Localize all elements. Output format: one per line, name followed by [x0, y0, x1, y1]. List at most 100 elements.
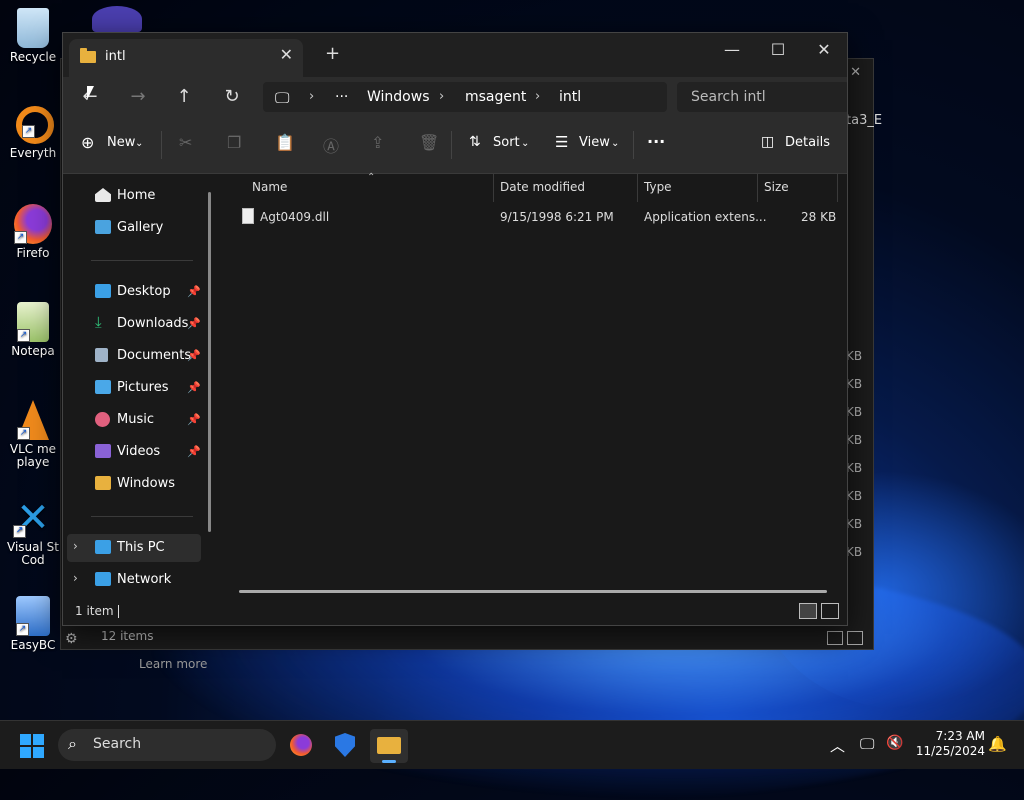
- pin-icon[interactable]: 📌: [187, 285, 201, 298]
- desktop-icon-partial[interactable]: [92, 6, 142, 32]
- horizontal-scrollbar[interactable]: [239, 590, 827, 593]
- copy-icon[interactable]: ❐: [227, 133, 241, 152]
- breadcrumb-intl[interactable]: intl: [559, 89, 581, 105]
- desktop-icon-everything[interactable]: ↗ Everyth: [4, 106, 62, 160]
- breadcrumb-windows[interactable]: Windows: [367, 89, 430, 105]
- shield-icon: [335, 733, 355, 757]
- desktop-icon-vlc[interactable]: ↗ VLC me playe: [4, 400, 62, 469]
- close-icon[interactable]: ✕: [850, 65, 861, 80]
- column-header-size[interactable]: Size: [764, 180, 789, 194]
- mouse-cursor: [87, 86, 94, 100]
- address-bar[interactable]: 🖵 › ··· Windows › msagent › intl: [263, 82, 667, 112]
- sidebar-item-home[interactable]: Home: [63, 182, 203, 210]
- clock[interactable]: 7:23 AM 11/25/2024: [915, 729, 985, 759]
- sidebar-item-this-pc[interactable]: › This PC: [67, 534, 201, 562]
- close-button[interactable]: ✕: [801, 37, 847, 65]
- file-explorer-window[interactable]: intl ✕ + — ☐ ✕ ← → ↑ ↻ 🖵 › ··· Windows ›…: [62, 32, 848, 626]
- chevron-down-icon: ⌄: [611, 138, 620, 149]
- this-pc-icon: 🖵: [275, 89, 290, 107]
- pin-icon[interactable]: 📌: [187, 349, 201, 362]
- sort-button[interactable]: Sort: [493, 135, 520, 150]
- minimize-button[interactable]: —: [709, 37, 755, 65]
- taskbar-search[interactable]: ⌕ Search: [58, 729, 276, 761]
- notification-bell-icon[interactable]: 🔔: [988, 735, 1007, 753]
- new-button[interactable]: New: [107, 135, 135, 150]
- more-options-button[interactable]: ···: [647, 132, 665, 151]
- sidebar-item-downloads[interactable]: ⤓ Downloads 📌: [63, 310, 203, 338]
- details-view-toggle[interactable]: [827, 631, 843, 645]
- file-type: Application extens...: [644, 210, 767, 224]
- sidebar-item-desktop[interactable]: Desktop 📌: [63, 278, 203, 306]
- settings-gear-icon[interactable]: ⚙: [65, 631, 78, 647]
- up-button[interactable]: ↑: [169, 85, 199, 111]
- column-divider[interactable]: [637, 174, 638, 202]
- column-header-date[interactable]: Date modified: [500, 180, 585, 194]
- vlc-icon: ↗: [17, 400, 49, 440]
- cut-icon[interactable]: ✂: [179, 133, 192, 152]
- chevron-right-icon[interactable]: ›: [73, 571, 78, 585]
- learn-more-link[interactable]: Learn more: [139, 657, 207, 671]
- chevron-down-icon: ⌄: [521, 138, 530, 149]
- paste-icon[interactable]: 📋: [275, 133, 295, 152]
- details-button[interactable]: Details: [785, 135, 830, 150]
- desktop-icon-firefox[interactable]: ↗ Firefo: [4, 204, 62, 260]
- volume-muted-icon[interactable]: 🔇: [886, 735, 903, 751]
- breadcrumb-overflow[interactable]: ···: [335, 89, 348, 105]
- column-divider[interactable]: [493, 174, 494, 202]
- table-row[interactable]: Agt0409.dll 9/15/1998 6:21 PM Applicatio…: [219, 206, 847, 230]
- sidebar-item-documents[interactable]: Documents 📌: [63, 342, 203, 370]
- new-tab-button[interactable]: +: [325, 43, 340, 64]
- start-button[interactable]: [20, 734, 44, 758]
- tiles-view-toggle[interactable]: [847, 631, 863, 645]
- desktop-icon-notepad[interactable]: ↗ Notepa: [4, 302, 62, 358]
- sidebar-item-gallery[interactable]: Gallery: [63, 214, 203, 242]
- tab-intl[interactable]: intl ✕: [69, 39, 303, 77]
- forward-button[interactable]: →: [123, 85, 153, 111]
- taskbar: ⌕ Search ︿ 🖵 🔇 7:23 AM 11/25/2024 🔔: [0, 720, 1024, 769]
- pin-icon[interactable]: 📌: [187, 413, 201, 426]
- sidebar-divider: [91, 260, 193, 261]
- clock-date: 11/25/2024: [915, 744, 985, 758]
- taskbar-defender[interactable]: [326, 729, 364, 763]
- tiles-view-toggle[interactable]: [821, 603, 839, 619]
- breadcrumb-msagent[interactable]: msagent: [465, 89, 526, 105]
- close-tab-icon[interactable]: ✕: [280, 45, 293, 64]
- desktop-icon-easybcd[interactable]: ↗ EasyBC: [4, 596, 62, 652]
- chevron-up-icon[interactable]: ︿: [830, 735, 845, 756]
- search-icon: ⌕: [68, 734, 77, 753]
- desktop-icon-recycle-bin[interactable]: Recycle: [4, 8, 62, 64]
- column-divider[interactable]: [757, 174, 758, 202]
- file-size: 28 KB: [801, 210, 837, 224]
- details-view-toggle[interactable]: [799, 603, 817, 619]
- rename-icon[interactable]: Ⓐ: [323, 133, 339, 157]
- chevron-right-icon[interactable]: ›: [73, 539, 78, 553]
- pin-icon[interactable]: 📌: [187, 445, 201, 458]
- taskbar-firefox[interactable]: [282, 729, 320, 763]
- sidebar-item-network[interactable]: › Network: [63, 566, 203, 594]
- pin-icon[interactable]: 📌: [187, 317, 201, 330]
- background-tab[interactable]: ta3_E: [846, 113, 882, 128]
- desktop-icon-vscode[interactable]: ✕ ↗ Visual St Cod: [4, 498, 62, 567]
- sidebar-scrollbar[interactable]: [208, 192, 211, 532]
- column-header-name[interactable]: Name: [252, 180, 287, 194]
- view-button[interactable]: View: [579, 135, 610, 150]
- column-header-type[interactable]: Type: [644, 180, 672, 194]
- taskbar-file-explorer[interactable]: [370, 729, 408, 763]
- command-bar: ⊕ New ⌄ ✂ ❐ 📋 Ⓐ ⇪ 🗑 ⇅ Sort ⌄ ☰ View ⌄ ··…: [63, 119, 847, 174]
- chevron-down-icon: ⌄: [135, 138, 144, 149]
- sort-icon: ⇅: [469, 134, 481, 150]
- network-tray-icon[interactable]: 🖵: [860, 735, 874, 753]
- column-divider[interactable]: [837, 174, 838, 202]
- sidebar-item-windows[interactable]: Windows: [63, 470, 203, 498]
- sidebar-item-music[interactable]: Music 📌: [63, 406, 203, 434]
- search-box[interactable]: Search intl: [677, 82, 847, 112]
- pin-icon[interactable]: 📌: [187, 381, 201, 394]
- refresh-button[interactable]: ↻: [217, 85, 247, 111]
- sidebar-item-pictures[interactable]: Pictures 📌: [63, 374, 203, 402]
- share-icon[interactable]: ⇪: [371, 133, 384, 152]
- delete-icon[interactable]: 🗑: [419, 133, 439, 152]
- toolbar-divider: [633, 131, 634, 159]
- sidebar-item-videos[interactable]: Videos 📌: [63, 438, 203, 466]
- maximize-button[interactable]: ☐: [755, 37, 801, 65]
- title-bar[interactable]: intl ✕ + — ☐ ✕: [63, 33, 847, 77]
